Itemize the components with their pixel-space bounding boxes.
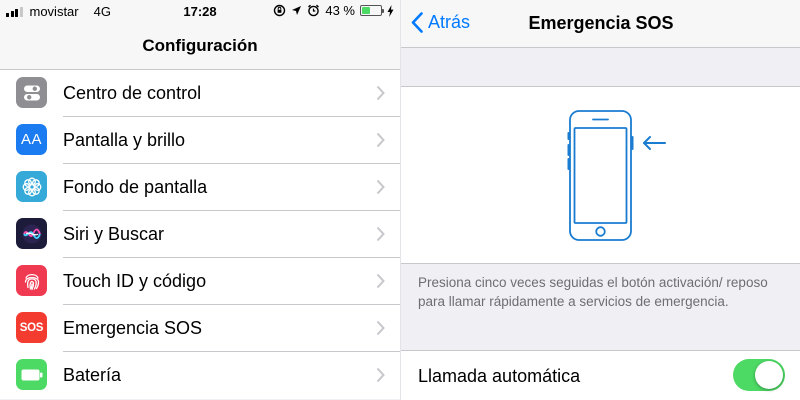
fingerprint-icon <box>16 265 47 296</box>
settings-item-control-center[interactable]: Centro de control <box>0 70 400 117</box>
sos-instructions: Presiona cinco veces seguidas el botón a… <box>418 275 768 309</box>
auto-call-row: Llamada automática <box>401 350 800 400</box>
page-title: Emergencia SOS <box>528 13 674 33</box>
status-bar: movistar 4G 17:28 43 % <box>0 0 400 24</box>
emergency-sos-screen: Atrás Emergencia SOS Presiona cinco vece… <box>400 0 800 400</box>
location-arrow-icon <box>292 6 302 15</box>
settings-item-label: Fondo de pantalla <box>63 177 208 197</box>
battery-fill <box>362 7 370 14</box>
battery-icon <box>16 359 47 390</box>
settings-item-emergency-sos[interactable]: SOS Emergencia SOS <box>0 305 400 352</box>
battery-percent: 43 % <box>325 3 355 18</box>
settings-item-battery[interactable]: Batería <box>0 352 400 399</box>
settings-screen: movistar 4G 17:28 43 % Configuración Cen… <box>0 0 400 400</box>
auto-call-label: Llamada automática <box>418 366 581 386</box>
settings-item-touch-id[interactable]: Touch ID y código <box>0 258 400 305</box>
toggle-knob <box>755 361 783 389</box>
status-right: 43 % <box>273 3 394 18</box>
flower-icon <box>16 171 47 202</box>
chevron-right-icon <box>376 226 385 242</box>
toggle-switches-icon <box>16 77 47 108</box>
settings-item-label: Pantalla y brillo <box>63 130 186 150</box>
sos-icon: SOS <box>16 312 47 343</box>
charging-bolt-icon <box>387 4 394 17</box>
settings-list: Centro de control AA Pantalla y brillo F… <box>0 70 400 399</box>
settings-item-label: Emergencia SOS <box>63 318 203 338</box>
chevron-right-icon <box>376 367 385 383</box>
chevron-right-icon <box>376 179 385 195</box>
page-title: Configuración <box>142 36 258 55</box>
iphone-side-button-icon <box>567 110 666 241</box>
auto-call-toggle[interactable] <box>733 359 785 391</box>
settings-item-label: Batería <box>63 365 122 385</box>
settings-item-label: Centro de control <box>63 83 202 103</box>
icon-letters: AA <box>20 131 42 148</box>
battery-indicator-icon <box>360 5 384 16</box>
chevron-right-icon <box>376 320 385 336</box>
settings-item-label: Touch ID y código <box>63 271 207 291</box>
chevron-right-icon <box>376 273 385 289</box>
side-button-illustration <box>401 86 800 264</box>
settings-item-siri[interactable]: Siri y Buscar <box>0 211 400 258</box>
orientation-lock-icon <box>274 4 286 17</box>
chevron-right-icon <box>376 85 385 101</box>
sos-nav-bar: Atrás Emergencia SOS <box>401 0 800 48</box>
siri-icon <box>16 218 47 249</box>
settings-nav-bar: Configuración <box>0 24 400 70</box>
alarm-clock-icon <box>308 4 320 17</box>
settings-item-label: Siri y Buscar <box>63 224 165 244</box>
chevron-right-icon <box>376 132 385 148</box>
settings-item-wallpaper[interactable]: Fondo de pantalla <box>0 164 400 211</box>
icon-letters: SOS <box>19 321 44 334</box>
text-size-icon: AA <box>16 124 47 155</box>
settings-item-display[interactable]: AA Pantalla y brillo <box>0 117 400 164</box>
